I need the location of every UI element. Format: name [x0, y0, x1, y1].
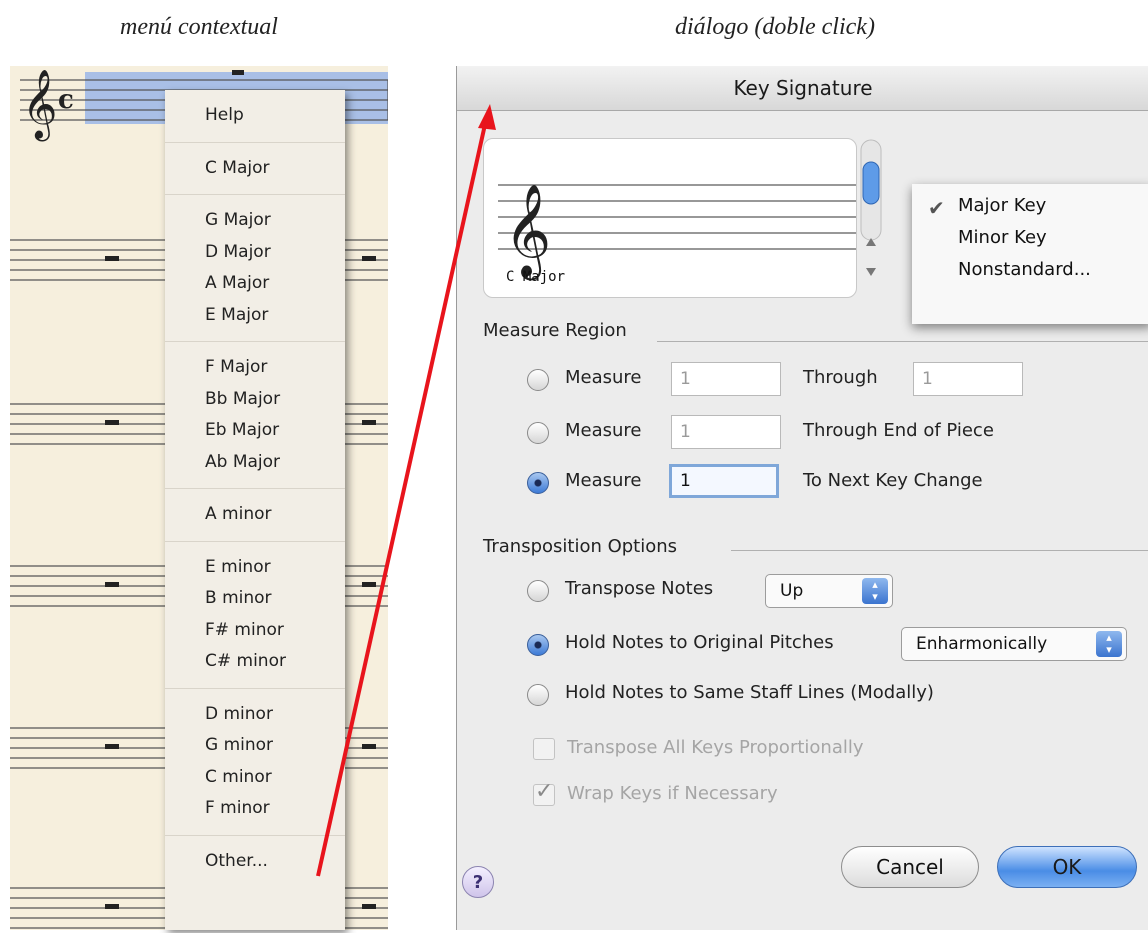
menu-item-g-major[interactable]: G Major: [205, 205, 345, 237]
checkmark-icon: ✓: [535, 779, 554, 804]
popup-arrows-icon: ▴ ▾: [862, 578, 888, 604]
hold-staff-label: Hold Notes to Same Staff Lines (Modally): [565, 682, 934, 703]
key-signature-dialog: Key Signature 𝄞 C Major ✔ Major Key Mino…: [456, 66, 1148, 930]
menu-item-f-sharp-minor[interactable]: F# minor: [205, 615, 345, 647]
menu-item-c-sharp-minor[interactable]: C# minor: [205, 646, 345, 678]
right-caption: diálogo (doble click): [675, 14, 875, 40]
menu-item-ab-major[interactable]: Ab Major: [205, 447, 345, 479]
menu-item-g-minor[interactable]: G minor: [205, 730, 345, 762]
direction-value: Up: [780, 581, 804, 601]
menu-item-eb-major[interactable]: Eb Major: [205, 415, 345, 447]
key-preview: 𝄞 C Major: [483, 138, 857, 298]
measure-end-field[interactable]: 1: [913, 362, 1023, 396]
hold-mode-popup[interactable]: Enharmonically ▴ ▾: [901, 627, 1127, 661]
through-label: Through: [803, 367, 878, 388]
measure-label: Measure: [565, 470, 642, 491]
wrap-keys-label: Wrap Keys if Necessary: [567, 783, 778, 804]
hold-original-radio[interactable]: [527, 634, 549, 656]
measure-start-field[interactable]: 1: [671, 362, 781, 396]
menu-group-sharp-majors: G Major D Major A Major E Major: [165, 195, 345, 342]
menu-item-bb-major[interactable]: Bb Major: [205, 384, 345, 416]
measure-region-heading: Measure Region: [483, 320, 627, 341]
transpose-notes-radio[interactable]: [527, 580, 549, 602]
help-button[interactable]: ?: [462, 866, 494, 898]
menu-item-help[interactable]: Help: [205, 100, 345, 132]
menu-group-other: Other...: [165, 836, 345, 888]
popup-arrows-icon: ▴ ▾: [1096, 631, 1122, 657]
scroll-thumb: [862, 161, 880, 205]
menu-item-b-minor[interactable]: B minor: [205, 583, 345, 615]
menu-item-a-minor[interactable]: A minor: [205, 499, 345, 531]
context-menu: Help C Major G Major D Major A Major E M…: [165, 90, 345, 930]
option-minor-key[interactable]: Minor Key: [958, 222, 1047, 254]
common-time-icon: c: [58, 85, 74, 115]
next-key-change-radio[interactable]: [527, 472, 549, 494]
key-mode-popup: ✔ Major Key Minor Key Nonstandard...: [912, 184, 1148, 324]
menu-item-a-major[interactable]: A Major: [205, 268, 345, 300]
menu-item-d-minor[interactable]: D minor: [205, 699, 345, 731]
through-end-label: Through End of Piece: [803, 420, 994, 441]
wrap-keys-checkbox[interactable]: ✓: [533, 779, 555, 806]
measure-start-field[interactable]: 1: [671, 415, 781, 449]
menu-item-d-major[interactable]: D Major: [205, 237, 345, 269]
direction-popup[interactable]: Up ▴ ▾: [765, 574, 893, 608]
next-key-change-label: To Next Key Change: [803, 470, 983, 491]
menu-group-flat-minors: D minor G minor C minor F minor: [165, 689, 345, 836]
dialog-title: Key Signature: [457, 66, 1148, 111]
menu-group-a-minor: A minor: [165, 489, 345, 542]
measure-label: Measure: [565, 367, 642, 388]
key-scroller[interactable]: [857, 138, 885, 296]
transpose-all-checkbox[interactable]: [533, 738, 555, 760]
measure-through-radio[interactable]: [527, 369, 549, 391]
hold-original-label: Hold Notes to Original Pitches: [565, 632, 834, 653]
scroll-down-icon: [866, 268, 876, 276]
menu-group-sharp-minors: E minor B minor F# minor C# minor: [165, 542, 345, 689]
menu-item-f-major[interactable]: F Major: [205, 352, 345, 384]
menu-item-c-minor[interactable]: C minor: [205, 762, 345, 794]
treble-clef-icon: 𝄞: [22, 69, 57, 141]
transposition-heading: Transposition Options: [483, 536, 678, 557]
menu-item-e-major[interactable]: E Major: [205, 300, 345, 332]
option-major-key[interactable]: Major Key: [958, 190, 1046, 222]
menu-item-c-major[interactable]: C Major: [205, 153, 345, 185]
through-end-radio[interactable]: [527, 422, 549, 444]
checkmark-icon: ✔: [928, 196, 945, 220]
transpose-notes-label: Transpose Notes: [565, 578, 714, 599]
transpose-all-label: Transpose All Keys Proportionally: [567, 737, 864, 758]
menu-item-e-minor[interactable]: E minor: [205, 552, 345, 584]
menu-group-help: Help: [165, 90, 345, 143]
menu-group-c-major: C Major: [165, 143, 345, 195]
hold-staff-radio[interactable]: [527, 684, 549, 706]
cancel-button[interactable]: Cancel: [841, 846, 979, 888]
menu-item-other[interactable]: Other...: [205, 846, 345, 878]
section-divider: [657, 341, 1148, 342]
menu-item-f-minor[interactable]: F minor: [205, 793, 345, 825]
treble-clef-icon: 𝄞: [504, 183, 551, 280]
left-caption: menú contextual: [120, 14, 278, 40]
option-nonstandard[interactable]: Nonstandard...: [958, 254, 1091, 286]
measure-start-field[interactable]: 1: [669, 464, 779, 498]
hold-mode-value: Enharmonically: [916, 634, 1048, 654]
preview-key-name: C Major: [506, 269, 566, 285]
scroller-graphic: [860, 139, 882, 276]
measure-label: Measure: [565, 420, 642, 441]
menu-group-flat-majors: F Major Bb Major Eb Major Ab Major: [165, 342, 345, 489]
ok-button[interactable]: OK: [997, 846, 1137, 888]
section-divider: [731, 550, 1148, 551]
